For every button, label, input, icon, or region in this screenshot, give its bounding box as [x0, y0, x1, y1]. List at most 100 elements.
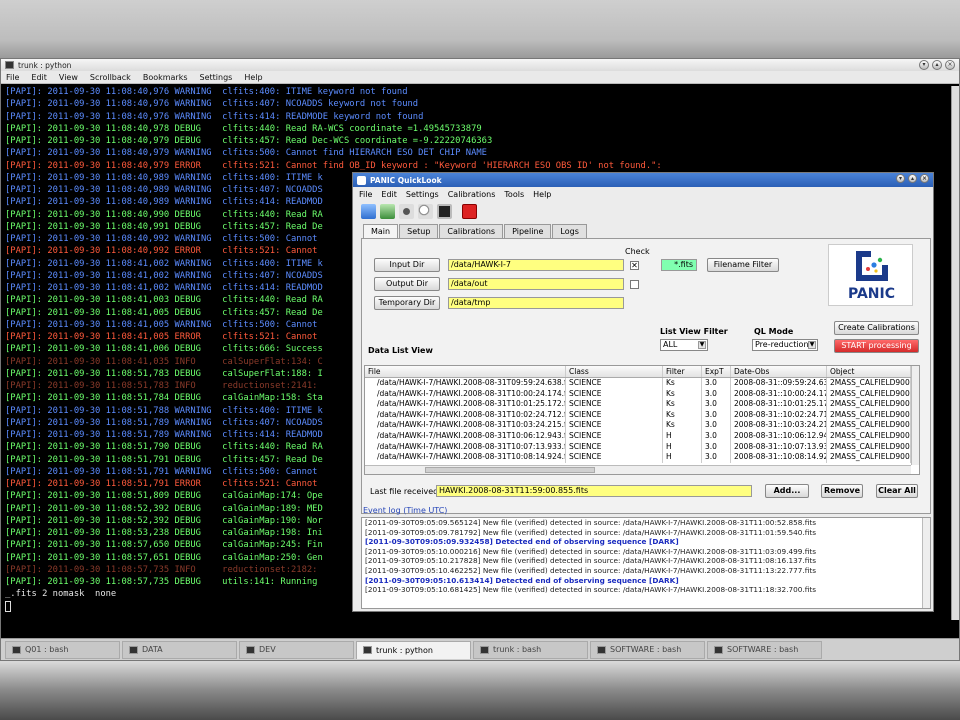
- input-dir-button[interactable]: Input Dir: [374, 258, 440, 272]
- add-button[interactable]: Add...: [765, 484, 809, 498]
- menu-view[interactable]: View: [59, 73, 78, 82]
- temporary-dir-button[interactable]: Temporary Dir: [374, 296, 440, 310]
- ql-menu-tools[interactable]: Tools: [504, 190, 524, 199]
- terminal-icon: [129, 645, 138, 654]
- column-header[interactable]: File: [365, 366, 566, 377]
- quicklook-tabs: Main Setup Calibrations Pipeline Logs: [363, 224, 588, 238]
- ql-menu-help[interactable]: Help: [533, 190, 551, 199]
- ql-mode-select[interactable]: Pre-reduction ▼: [752, 339, 818, 351]
- terminal-tab[interactable]: DATA: [122, 640, 237, 659]
- ql-menu-edit[interactable]: Edit: [381, 190, 397, 199]
- menu-help[interactable]: Help: [244, 73, 262, 82]
- table-row[interactable]: /data/HAWK-I-7/HAWKI.2008-08-31T10:02:24…: [365, 409, 919, 421]
- table-cell: SCIENCE: [566, 430, 663, 442]
- table-cell: Ks: [663, 388, 702, 400]
- ql-minimize-button[interactable]: ▾: [896, 174, 905, 183]
- refresh-icon[interactable]: [380, 203, 395, 219]
- table-row[interactable]: /data/HAWK-I-7/HAWKI.2008-08-31T10:03:24…: [365, 420, 919, 431]
- quicklook-title-bar: PANIC QuickLook ▾ ▴ ×: [353, 173, 933, 187]
- scrollbar-thumb[interactable]: [425, 467, 595, 473]
- terminal-scrollbar[interactable]: [951, 86, 959, 620]
- minimize-button[interactable]: ▾: [919, 60, 929, 70]
- ql-menu-settings[interactable]: Settings: [406, 190, 439, 199]
- event-log-line: [2011-09-30T09:05:09.781792] New file (v…: [365, 527, 817, 537]
- monitor-icon[interactable]: [437, 203, 452, 219]
- table-cell: 2008-08-31::10:03:24.2155: [731, 420, 827, 431]
- column-header[interactable]: Filter: [663, 366, 702, 377]
- create-calibrations-button[interactable]: Create Calibrations: [834, 321, 919, 335]
- menu-bookmarks[interactable]: Bookmarks: [143, 73, 188, 82]
- tab-setup[interactable]: Setup: [399, 224, 439, 238]
- table-row[interactable]: /data/HAWK-I-7/HAWKI.2008-08-31T10:07:13…: [365, 441, 919, 453]
- input-dir-field[interactable]: /data/HAWK-I-7: [448, 259, 624, 271]
- ql-menu-file[interactable]: File: [359, 190, 372, 199]
- tab-main[interactable]: Main: [363, 224, 399, 238]
- table-cell: 3.0: [702, 378, 731, 389]
- last-file-field[interactable]: HAWKI.2008-08-31T11:59:00.855.fits: [436, 485, 752, 497]
- event-log-scrollbar[interactable]: [922, 518, 930, 608]
- filename-filter-field[interactable]: *.fits: [661, 259, 697, 271]
- menu-file[interactable]: File: [6, 73, 19, 82]
- close-button[interactable]: ×: [945, 60, 955, 70]
- table-row[interactable]: /data/HAWK-I-7/HAWKI.2008-08-31T10:00:24…: [365, 388, 919, 400]
- table-row[interactable]: /data/HAWK-I-7/HAWKI.2008-08-31T10:01:25…: [365, 399, 919, 410]
- terminal-tab[interactable]: trunk : python: [356, 640, 471, 659]
- table-row[interactable]: /data/HAWK-I-7/HAWKI.2008-08-31T09:59:24…: [365, 378, 919, 389]
- menu-settings[interactable]: Settings: [200, 73, 233, 82]
- tab-calibrations[interactable]: Calibrations: [439, 224, 504, 238]
- table-cell: /data/HAWK-I-7/HAWKI.2008-08-31T10:02:24…: [365, 409, 566, 421]
- start-processing-button[interactable]: START processing: [834, 339, 919, 353]
- ql-close-button[interactable]: ×: [920, 174, 929, 183]
- column-header[interactable]: Object: [827, 366, 911, 377]
- list-view-filter-select[interactable]: ALL ▼: [660, 339, 708, 351]
- data-list-table[interactable]: File Class Filter ExpT Date-Obs Object /data/…: [364, 365, 920, 475]
- column-header[interactable]: ExpT: [702, 366, 731, 377]
- table-vertical-scrollbar[interactable]: [911, 366, 919, 465]
- filename-filter-button[interactable]: Filename Filter: [707, 258, 779, 272]
- log-line: [PAPI]: 2011-09-30 11:08:40,976 WARNING …: [5, 111, 424, 122]
- output-dir-field[interactable]: /data/out: [448, 278, 624, 290]
- terminal-tab-label: Q01 : bash: [25, 645, 69, 654]
- tab-pipeline[interactable]: Pipeline: [504, 224, 552, 238]
- table-cell: H: [663, 430, 702, 442]
- table-cell: SCIENCE: [566, 399, 663, 410]
- menu-edit[interactable]: Edit: [31, 73, 47, 82]
- output-dir-check-checkbox[interactable]: [630, 280, 639, 289]
- column-header[interactable]: Class: [566, 366, 663, 377]
- terminal-icon: [480, 645, 489, 654]
- tab-logs[interactable]: Logs: [552, 224, 587, 238]
- terminal-icon: [714, 645, 723, 654]
- terminal-tab[interactable]: DEV: [239, 640, 354, 659]
- terminal-tab[interactable]: SOFTWARE : bash: [707, 640, 822, 659]
- terminal-tab[interactable]: Q01 : bash: [5, 640, 120, 659]
- table-cell: 2008-08-31::10:07:13.9329: [731, 441, 827, 453]
- maximize-button[interactable]: ▴: [932, 60, 942, 70]
- column-header[interactable]: Date-Obs: [731, 366, 827, 377]
- event-log-line: [2011-09-30T09:05:10.217828] New file (v…: [365, 556, 817, 566]
- menu-scrollback[interactable]: Scrollback: [90, 73, 131, 82]
- terminal-tab-label: DATA: [142, 645, 163, 654]
- clear-all-button[interactable]: Clear All: [876, 484, 918, 498]
- terminal-tab-label: trunk : bash: [493, 645, 542, 654]
- magnifier-icon[interactable]: [418, 203, 433, 219]
- ql-menu-calibrations[interactable]: Calibrations: [448, 190, 496, 199]
- table-horizontal-scrollbar[interactable]: [365, 465, 911, 474]
- quicklook-window: PANIC QuickLook ▾ ▴ × File Edit Settings…: [352, 172, 934, 612]
- glasses-icon[interactable]: [399, 203, 414, 219]
- terminal-tab[interactable]: trunk : bash: [473, 640, 588, 659]
- table-row[interactable]: /data/HAWK-I-7/HAWKI.2008-08-31T10:06:12…: [365, 430, 919, 442]
- input-dir-check-checkbox[interactable]: ✕: [630, 261, 639, 270]
- event-log[interactable]: [2011-09-30T09:05:09.565124] New file (v…: [361, 517, 931, 609]
- terminal-tab[interactable]: SOFTWARE : bash: [590, 640, 705, 659]
- terminal-icon: [363, 646, 372, 654]
- open-folder-icon[interactable]: [361, 203, 376, 219]
- power-off-icon[interactable]: [462, 203, 477, 219]
- table-cell: Ks: [663, 378, 702, 389]
- output-dir-button[interactable]: Output Dir: [374, 277, 440, 291]
- temporary-dir-field[interactable]: /data/tmp: [448, 297, 624, 309]
- table-row[interactable]: /data/HAWK-I-7/HAWKI.2008-08-31T10:08:14…: [365, 452, 919, 463]
- table-cell: 3.0: [702, 420, 731, 431]
- ql-maximize-button[interactable]: ▴: [908, 174, 917, 183]
- table-cell: 2008-08-31::09:59:24.6373: [731, 378, 827, 389]
- remove-button[interactable]: Remove: [821, 484, 863, 498]
